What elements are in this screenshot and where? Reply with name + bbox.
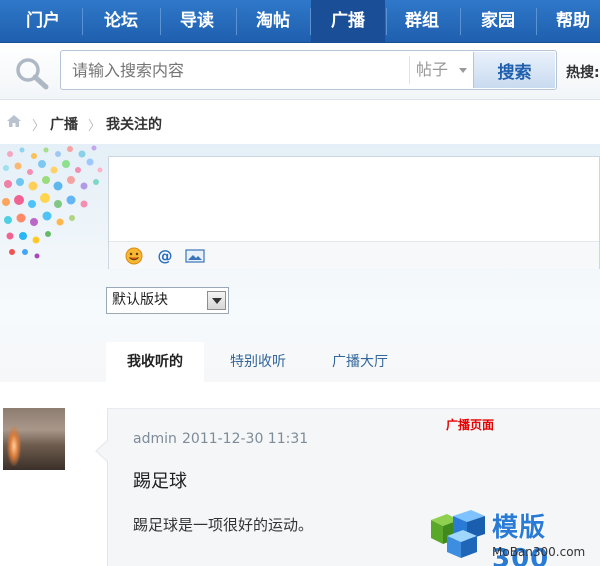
chevron-down-icon[interactable] [207, 291, 226, 310]
nav-item-portal[interactable]: 门户 [6, 0, 80, 43]
nav-item-group[interactable]: 群组 [385, 0, 459, 43]
nav-item-help[interactable]: 帮助 [536, 0, 600, 43]
breadcrumb-item-broadcast[interactable]: 广播 [50, 114, 78, 134]
search-bar: 帖子 搜索 热搜: [0, 44, 600, 100]
watermark-cubes-logo [431, 510, 485, 558]
watermark-url: MoBan300.com [492, 545, 586, 559]
home-icon[interactable] [6, 114, 22, 128]
nav-divider [82, 8, 83, 35]
search-input[interactable] [62, 52, 408, 88]
tab-broadcast-hall[interactable]: 广播大厅 [310, 342, 410, 382]
search-button[interactable]: 搜索 [473, 52, 555, 88]
top-nav: 门户 论坛 导读 淘帖 广播 群组 家园 帮助 [0, 0, 600, 43]
svg-text:@: @ [158, 247, 173, 265]
post-timestamp: 2011-12-30 11:31 [182, 431, 309, 447]
section-select-value: 默认版块 [112, 292, 168, 308]
image-icon[interactable] [185, 247, 205, 265]
search-type-label: 帖子 [416, 60, 449, 79]
page-annotation: 广播页面 [446, 418, 495, 432]
at-mention-icon[interactable]: @ [155, 247, 175, 265]
nav-item-broadcast[interactable]: 广播 [311, 0, 385, 43]
post-title: 踢足球 [133, 471, 187, 492]
compose-toolbar: @ [109, 241, 599, 269]
chevron-down-icon [459, 68, 467, 73]
tab-following[interactable]: 我收听的 [106, 342, 204, 382]
nav-item-collection[interactable]: 淘帖 [236, 0, 310, 43]
search-type-select[interactable]: 帖子 [409, 56, 471, 84]
search-box: 帖子 搜索 [60, 50, 557, 90]
compose-textarea[interactable] [109, 157, 599, 241]
nav-item-forum[interactable]: 论坛 [84, 0, 158, 43]
hot-search-label: 热搜: [566, 65, 600, 81]
post-pointer [97, 441, 108, 461]
post-author[interactable]: admin [133, 431, 177, 447]
post-body: 踢足球是一项很好的运动。 [133, 516, 314, 534]
search-icon [16, 58, 49, 90]
breadcrumb-item-following: 我关注的 [106, 117, 162, 133]
nav-item-home[interactable]: 家园 [461, 0, 535, 43]
compose-editor: @ [108, 156, 600, 269]
section-select[interactable]: 默认版块 [106, 287, 229, 314]
nav-item-guide[interactable]: 导读 [160, 0, 234, 43]
chevron-right-icon: 〉 [32, 119, 46, 134]
avatar[interactable] [3, 408, 65, 470]
tab-special-following[interactable]: 特别收听 [210, 342, 306, 382]
chevron-right-icon: 〉 [88, 119, 102, 134]
decorative-dots-graphic [2, 145, 103, 259]
smiley-icon[interactable] [124, 247, 144, 265]
breadcrumb: 〉 广播 〉 我关注的 [0, 104, 600, 140]
